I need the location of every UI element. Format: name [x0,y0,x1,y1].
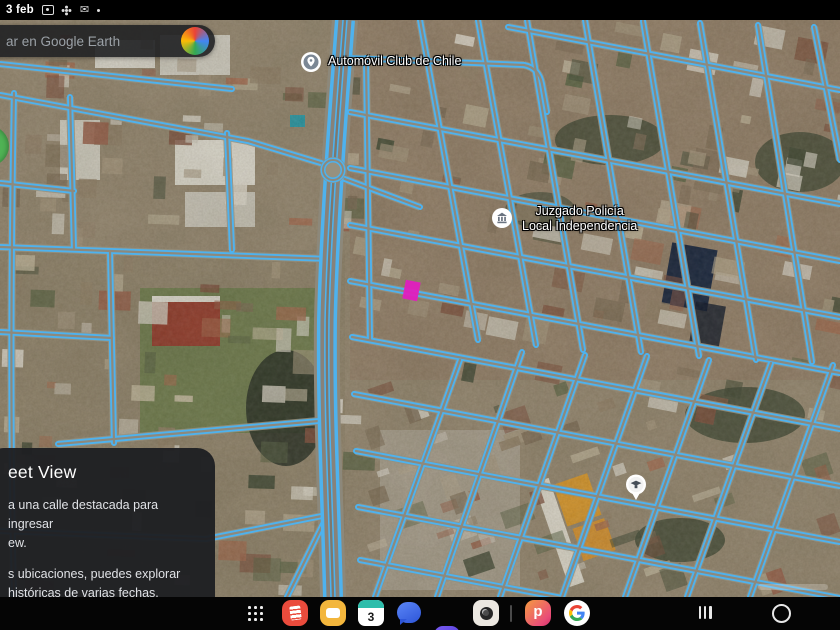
calendar-app-icon[interactable]: 3 [358,600,384,626]
search-input-text: ar en Google Earth [6,34,181,49]
search-bar[interactable]: ar en Google Earth [0,25,215,57]
internet-app-icon[interactable] [434,626,460,630]
tablet-screen: 3 feb ✉ ar en Google Earth Automóvil Clu… [0,0,840,630]
panel-paragraph2-line1: s ubicaciones, puedes explorar [8,567,180,581]
google-g-icon [569,605,585,621]
notes-app-icon[interactable] [282,600,308,626]
place-pin-icon [300,51,322,73]
mail-icon: ✉ [80,5,89,15]
taskbar-divider [510,605,512,622]
courthouse-pin-icon [491,207,513,229]
panel-paragraph1-line2: ew. [8,536,27,550]
map-attribution [758,584,828,590]
notification-dot [97,9,100,12]
poi-label-line1: Juzgado Policía [536,204,624,218]
camera-app-icon[interactable] [473,600,499,626]
screenshot-icon [42,5,54,15]
poi-label: Automóvil Club de Chile [328,54,461,69]
school-pin-icon [625,474,647,501]
gallery-app-icon[interactable] [320,600,346,626]
calendar-header [358,600,384,608]
poi-automovil-club[interactable]: Automóvil Club de Chile [300,51,461,73]
poi-label-line2: Local Independencia [522,219,637,233]
calendar-day: 3 [358,608,384,626]
p-app-icon[interactable]: p [525,600,551,626]
profile-avatar[interactable] [181,27,209,55]
status-date: 3 feb [6,4,34,16]
panel-title: eet View [8,462,203,483]
google-app-icon[interactable] [564,600,590,626]
messages-app-icon[interactable] [396,600,422,626]
poi-school-pin[interactable] [625,474,647,501]
recents-icon[interactable] [699,606,713,619]
status-bar: 3 feb ✉ [0,0,840,20]
street-view-panel: eet View a una calle destacada para ingr… [0,448,215,618]
app-drawer-icon[interactable] [248,606,263,621]
home-icon[interactable] [772,604,791,623]
photos-flower-icon [62,5,72,15]
panel-paragraph1-line1: a una calle destacada para ingresar [8,498,158,531]
poi-juzgado[interactable]: Juzgado Policía Local Independencia [491,207,637,234]
